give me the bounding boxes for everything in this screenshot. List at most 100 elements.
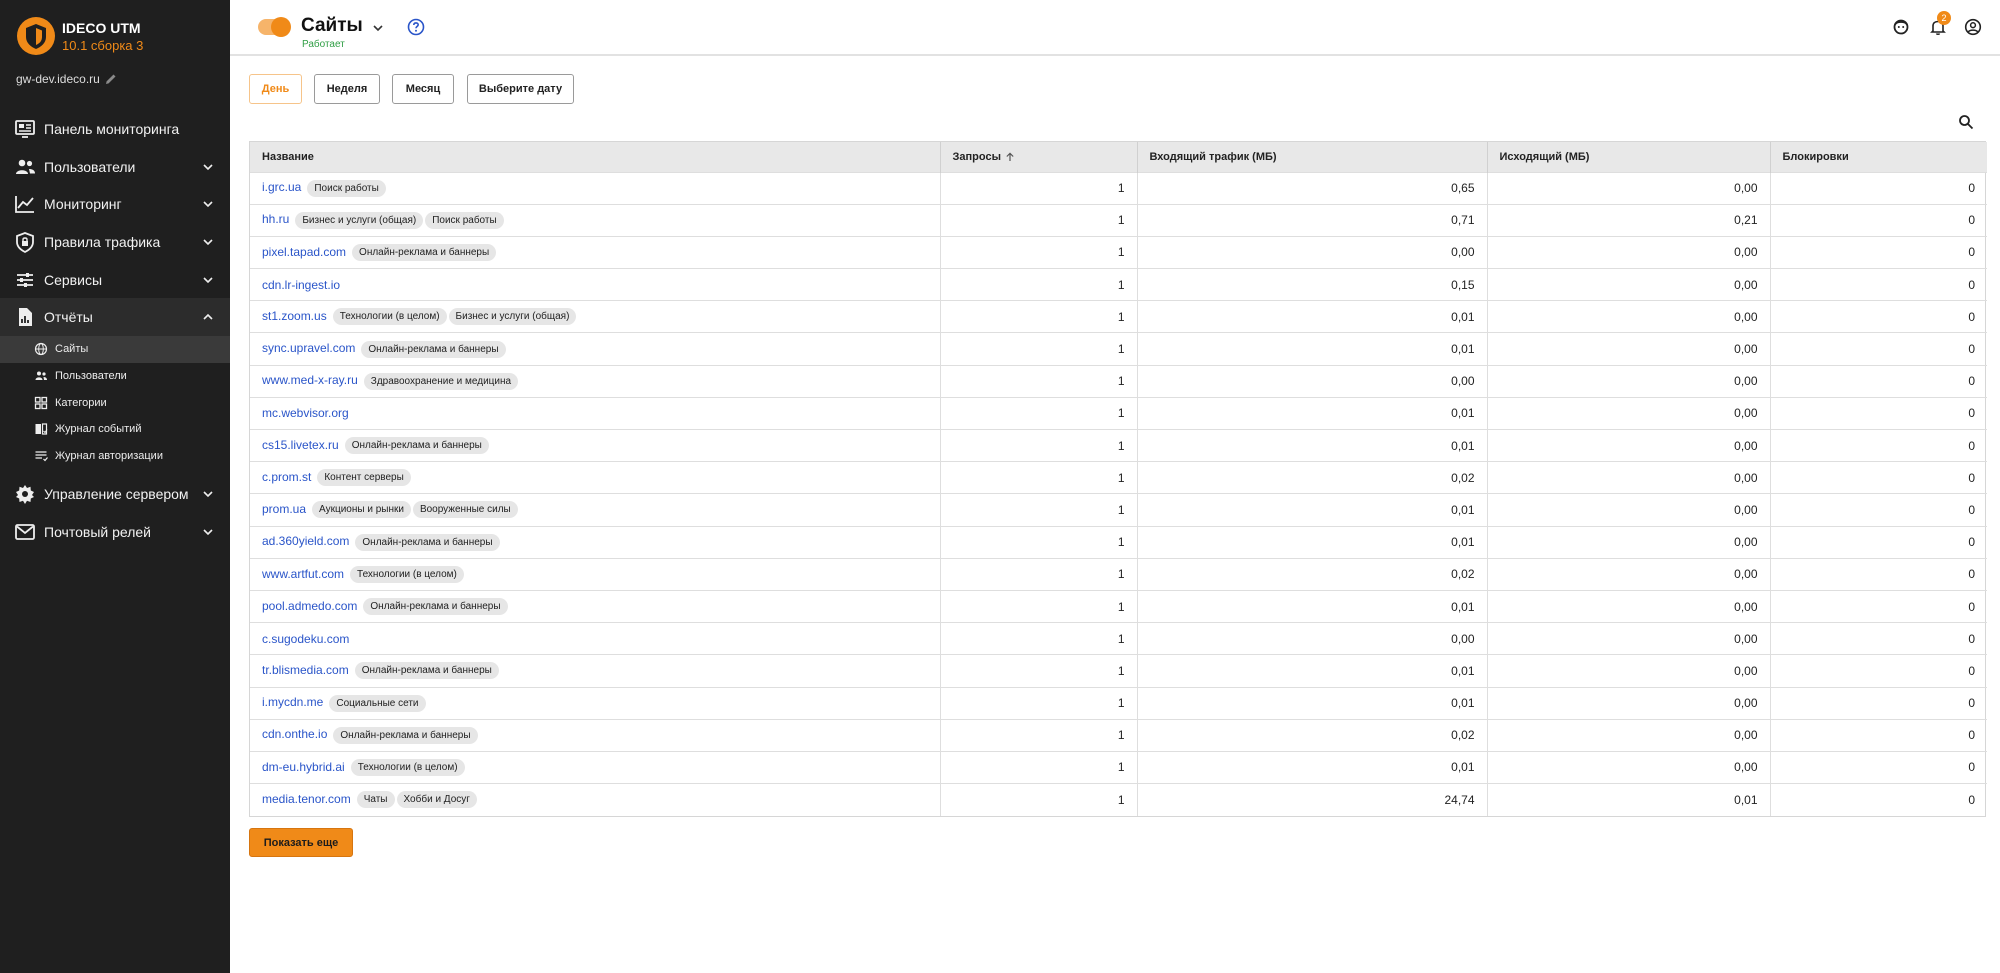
- site-link[interactable]: hh.ru: [262, 212, 289, 226]
- table-row[interactable]: cdn.lr-ingest.io 1 0,15 0,00 0: [250, 268, 1987, 301]
- sidebar-item-bottom-2[interactable]: Почтовый релей: [0, 513, 230, 551]
- chevron-down-icon[interactable]: [372, 22, 384, 34]
- notification-badge: 2: [1937, 11, 1951, 25]
- column-header-outgoing[interactable]: Исходящий (МБ): [1487, 142, 1771, 172]
- table-row[interactable]: hh.ru Бизнес и услуги (общая) Поиск работы…: [250, 203, 1987, 237]
- site-link[interactable]: i.mycdn.me: [262, 695, 323, 709]
- sidebar-item-3[interactable]: Мониторинг: [0, 185, 230, 223]
- subnav-item-4[interactable]: Журнал событий: [0, 416, 230, 443]
- sidebar-item-bottom-1[interactable]: Управление сервером: [0, 475, 230, 513]
- table-row[interactable]: media.tenor.com Чаты Хобби и Досуг 1 24,74 0,…: [250, 783, 1987, 816]
- column-header-incoming[interactable]: Входящий трафик (МБ): [1137, 142, 1488, 172]
- cell-site: c.prom.st Контент серверы: [250, 461, 941, 494]
- sidebar-item-4[interactable]: Правила трафика: [0, 223, 230, 261]
- table-row[interactable]: i.grc.ua Поиск работы 1 0,65 0,00 0: [250, 171, 1987, 205]
- table-row[interactable]: st1.zoom.us Технологии (в целом) Бизнес и …: [250, 300, 1987, 333]
- sidebar-item-6[interactable]: Отчёты: [0, 298, 230, 337]
- cell-site: pool.admedo.com Онлайн-реклама и баннеры: [250, 589, 941, 623]
- sidebar-item-5[interactable]: Сервисы: [0, 261, 230, 299]
- pencil-icon[interactable]: [104, 72, 118, 86]
- cell-site: www.artfut.com Технологии (в целом): [250, 557, 941, 591]
- site-link[interactable]: mc.webvisor.org: [262, 406, 349, 420]
- cell-blocks: 0: [1770, 718, 1987, 752]
- help-icon[interactable]: [407, 18, 425, 36]
- column-header-requests[interactable]: Запросы: [940, 142, 1138, 172]
- site-link[interactable]: c.prom.st: [262, 470, 311, 484]
- subnav-item-5[interactable]: Журнал авторизации: [0, 443, 230, 470]
- site-link[interactable]: tr.blismedia.com: [262, 663, 349, 677]
- sidebar-item-label: Правила трафика: [44, 233, 161, 250]
- cell-blocks: 0: [1770, 589, 1987, 623]
- column-header-name[interactable]: Название: [250, 142, 941, 172]
- support-agent-icon[interactable]: [1892, 18, 1910, 36]
- cell-incoming: 0,01: [1137, 493, 1488, 527]
- site-link[interactable]: cdn.onthe.io: [262, 727, 327, 741]
- table-row[interactable]: c.prom.st Контент серверы 1 0,02 0,00 0: [250, 461, 1987, 494]
- cell-outgoing: 0,00: [1487, 332, 1771, 366]
- table-row[interactable]: pixel.tapad.com Онлайн-реклама и баннеры 1…: [250, 235, 1987, 269]
- table-row[interactable]: cs15.livetex.ru Онлайн-реклама и баннеры 1…: [250, 428, 1987, 462]
- page-title: Сайты: [301, 15, 363, 36]
- site-link[interactable]: cdn.lr-ingest.io: [262, 278, 340, 292]
- service-toggle[interactable]: [258, 17, 291, 37]
- cell-site: cdn.onthe.io Онлайн-реклама и баннеры: [250, 718, 941, 752]
- table-row[interactable]: www.med-x-ray.ru Здравоохранение и медици…: [250, 364, 1987, 398]
- cell-incoming: 0,01: [1137, 332, 1488, 366]
- search-icon[interactable]: [1958, 114, 1974, 130]
- site-link[interactable]: i.grc.ua: [262, 180, 301, 194]
- period-week-button[interactable]: Неделя: [314, 74, 380, 104]
- site-link[interactable]: c.sugodeku.com: [262, 632, 349, 646]
- site-link[interactable]: st1.zoom.us: [262, 309, 327, 323]
- show-more-button[interactable]: Показать еще: [249, 828, 353, 857]
- table-row[interactable]: prom.ua Аукционы и рынки Вооруженные силы 1…: [250, 493, 1987, 527]
- table-row[interactable]: sync.upravel.com Онлайн-реклама и баннеры…: [250, 332, 1987, 366]
- sidebar-item-label: Почтовый релей: [44, 523, 151, 540]
- period-month-button[interactable]: Месяц: [392, 74, 454, 104]
- cell-blocks: 0: [1770, 364, 1987, 398]
- cell-blocks: 0: [1770, 428, 1987, 462]
- column-header-blocks[interactable]: Блокировки: [1770, 142, 1987, 172]
- cell-blocks: 0: [1770, 686, 1987, 720]
- site-link[interactable]: dm-eu.hybrid.ai: [262, 760, 345, 774]
- cell-outgoing: 0,00: [1487, 171, 1771, 205]
- site-link[interactable]: cs15.livetex.ru: [262, 438, 339, 452]
- table-row[interactable]: ad.360yield.com Онлайн-реклама и баннеры 1…: [250, 525, 1987, 559]
- table-row[interactable]: www.artfut.com Технологии (в целом) 1 0,02 0…: [250, 557, 1987, 591]
- subnav-item-1[interactable]: Сайты: [0, 336, 230, 363]
- site-link[interactable]: ad.360yield.com: [262, 534, 349, 548]
- brand[interactable]: IDECO UTM 10.1 сборка 3: [16, 16, 226, 60]
- cell-outgoing: 0,00: [1487, 364, 1771, 398]
- period-date-picker-button[interactable]: Выберите дату: [467, 74, 574, 104]
- table-row[interactable]: i.mycdn.me Социальные сети 1 0,01 0,00 0: [250, 686, 1987, 720]
- period-day-button[interactable]: День: [249, 74, 302, 104]
- header: Сайты Работает 2: [230, 0, 2000, 56]
- subnav-item-2[interactable]: Пользователи: [0, 363, 230, 390]
- category-tag: Бизнес и услуги (общая): [295, 211, 424, 229]
- table-row[interactable]: pool.admedo.com Онлайн-реклама и баннеры 1…: [250, 589, 1987, 623]
- site-link[interactable]: sync.upravel.com: [262, 341, 355, 355]
- site-link[interactable]: prom.ua: [262, 502, 306, 516]
- sidebar-item-2[interactable]: Пользователи: [0, 148, 230, 186]
- site-link[interactable]: www.med-x-ray.ru: [262, 373, 358, 387]
- table-row[interactable]: dm-eu.hybrid.ai Технологии (в целом) 1 0,01…: [250, 750, 1987, 784]
- table-row[interactable]: mc.webvisor.org 1 0,01 0,00 0: [250, 396, 1987, 430]
- cell-outgoing: 0,00: [1487, 268, 1771, 301]
- site-link[interactable]: pixel.tapad.com: [262, 245, 346, 259]
- table-row[interactable]: c.sugodeku.com 1 0,00 0,00 0: [250, 622, 1987, 655]
- cell-blocks: 0: [1770, 235, 1987, 269]
- category-tag: Контент серверы: [317, 469, 411, 487]
- account-circle-icon[interactable]: [1964, 18, 1982, 36]
- site-link[interactable]: www.artfut.com: [262, 567, 344, 581]
- cell-outgoing: 0,00: [1487, 654, 1771, 687]
- sidebar-item-1[interactable]: Панель мониторинга: [0, 110, 230, 148]
- cell-blocks: 0: [1770, 525, 1987, 559]
- table-row[interactable]: tr.blismedia.com Онлайн-реклама и баннеры…: [250, 654, 1987, 687]
- sort-ascending-icon[interactable]: [1005, 152, 1015, 162]
- category-tag: Онлайн-реклама и баннеры: [355, 533, 500, 551]
- site-link[interactable]: media.tenor.com: [262, 792, 351, 806]
- cell-blocks: 0: [1770, 750, 1987, 784]
- cell-incoming: 0,00: [1137, 622, 1488, 655]
- site-link[interactable]: pool.admedo.com: [262, 599, 357, 613]
- subnav-item-3[interactable]: Категории: [0, 389, 230, 416]
- table-row[interactable]: cdn.onthe.io Онлайн-реклама и баннеры 1 0,0…: [250, 718, 1987, 752]
